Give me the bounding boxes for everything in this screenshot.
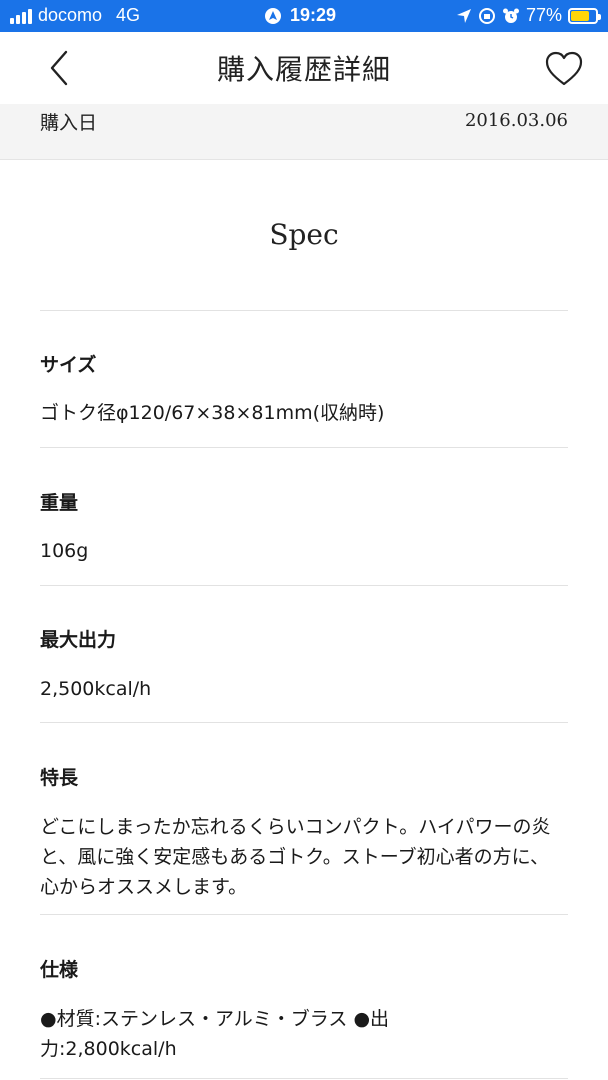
alarm-clock-icon [502, 8, 519, 23]
signal-strength-icon [10, 8, 32, 24]
purchase-date-label: 購入日 [40, 112, 98, 134]
divider [40, 310, 568, 311]
spec-label-features: 特長 [40, 767, 79, 789]
spec-value-specification: ●材質:ステンレス・アルミ・ブラス ●出力:2,800kcal/h [40, 1008, 390, 1060]
spec-label-weight: 重量 [40, 492, 79, 514]
spec-label-size: サイズ [40, 354, 97, 376]
page-title: 購入履歴詳細 [216, 53, 391, 86]
spec-value-size: ゴトク径φ120/67×38×81mm(収納時) [40, 402, 385, 424]
carrier-name: docomo [38, 5, 103, 25]
location-arrow-icon [456, 8, 471, 23]
heart-outline-icon [545, 51, 583, 86]
spec-value-features: どこにしまったか忘れるくらいコンパクト。ハイパワーの炎と、風に強く安定感もあるゴ… [40, 816, 551, 898]
favorite-button[interactable] [544, 50, 584, 88]
battery-percent: 77% [525, 5, 562, 25]
spec-label-max-output: 最大出力 [40, 629, 117, 651]
divider [40, 585, 568, 586]
navigation-app-icon [265, 7, 281, 24]
orientation-lock-icon [478, 7, 495, 24]
divider [40, 447, 568, 448]
purchase-date-value: 2016.03.06 [464, 110, 568, 131]
network-type: 4G [116, 5, 141, 25]
status-bar: docomo 4G 19:29 77% [0, 0, 608, 32]
status-bar-center: 19:29 [264, 5, 336, 26]
navigation-bar: 購入履歴詳細 [0, 32, 608, 104]
divider [40, 722, 568, 723]
spec-value-weight: 106g [40, 540, 89, 562]
clock-time: 19:29 [290, 5, 337, 25]
status-bar-right: 77% [456, 5, 601, 26]
battery-icon [568, 7, 601, 24]
spec-heading: Spec [269, 218, 339, 251]
divider [40, 1078, 568, 1079]
divider [40, 914, 568, 915]
battery-level-fill [571, 10, 590, 21]
spec-value-max-output: 2,500kcal/h [40, 678, 152, 700]
purchase-date-row: 購入日 2016.03.06 [0, 104, 608, 160]
spec-label-specification: 仕様 [40, 959, 79, 981]
status-bar-left: docomo 4G [10, 5, 140, 26]
